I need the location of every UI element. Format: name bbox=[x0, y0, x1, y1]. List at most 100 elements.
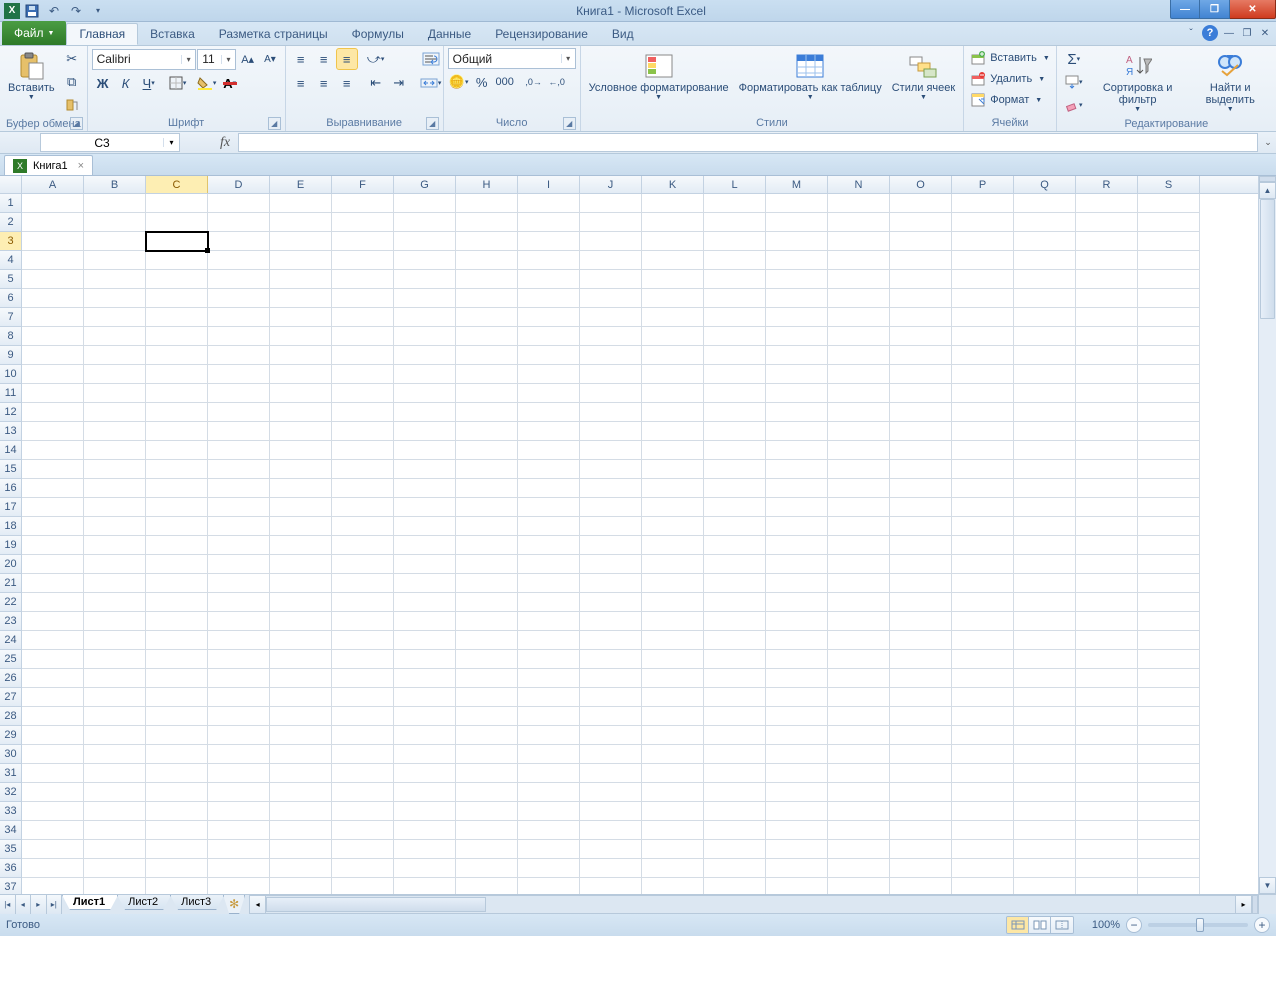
cell[interactable] bbox=[518, 726, 580, 745]
cell[interactable] bbox=[208, 327, 270, 346]
cell[interactable] bbox=[22, 745, 84, 764]
cell[interactable] bbox=[394, 365, 456, 384]
ribbon-tab-вид[interactable]: Вид bbox=[600, 23, 646, 45]
cell[interactable] bbox=[22, 251, 84, 270]
cell[interactable] bbox=[146, 384, 208, 403]
cell[interactable] bbox=[270, 289, 332, 308]
cell[interactable] bbox=[1014, 745, 1076, 764]
cell[interactable] bbox=[332, 441, 394, 460]
cell[interactable] bbox=[952, 859, 1014, 878]
row-header[interactable]: 27 bbox=[0, 688, 22, 707]
cell[interactable] bbox=[146, 365, 208, 384]
close-button[interactable]: ✕ bbox=[1230, 0, 1276, 19]
cell[interactable] bbox=[704, 498, 766, 517]
cell[interactable] bbox=[890, 346, 952, 365]
cell[interactable] bbox=[580, 365, 642, 384]
cell[interactable] bbox=[146, 764, 208, 783]
cell[interactable] bbox=[580, 232, 642, 251]
cell[interactable] bbox=[146, 802, 208, 821]
cell[interactable] bbox=[1014, 213, 1076, 232]
cell[interactable] bbox=[518, 327, 580, 346]
cell[interactable] bbox=[642, 327, 704, 346]
cell[interactable] bbox=[704, 536, 766, 555]
cell[interactable] bbox=[828, 460, 890, 479]
cell[interactable] bbox=[332, 194, 394, 213]
cell[interactable] bbox=[828, 745, 890, 764]
cell[interactable] bbox=[704, 460, 766, 479]
cell[interactable] bbox=[332, 840, 394, 859]
cell[interactable] bbox=[642, 859, 704, 878]
cell[interactable] bbox=[704, 574, 766, 593]
cell[interactable] bbox=[456, 346, 518, 365]
cell[interactable] bbox=[394, 194, 456, 213]
cell[interactable] bbox=[1014, 232, 1076, 251]
cell[interactable] bbox=[456, 213, 518, 232]
cell[interactable] bbox=[456, 650, 518, 669]
cell[interactable] bbox=[766, 840, 828, 859]
cell[interactable] bbox=[146, 555, 208, 574]
cell[interactable] bbox=[766, 707, 828, 726]
cell[interactable] bbox=[518, 821, 580, 840]
cell[interactable] bbox=[642, 783, 704, 802]
cell[interactable] bbox=[456, 232, 518, 251]
cell[interactable] bbox=[84, 612, 146, 631]
cell[interactable] bbox=[952, 441, 1014, 460]
cell[interactable] bbox=[84, 365, 146, 384]
scroll-down-icon[interactable]: ▼ bbox=[1259, 877, 1276, 894]
percent-format-icon[interactable]: % bbox=[471, 71, 493, 93]
cell[interactable] bbox=[208, 726, 270, 745]
cell[interactable] bbox=[332, 384, 394, 403]
cell[interactable] bbox=[1138, 593, 1200, 612]
cell[interactable] bbox=[518, 783, 580, 802]
cell[interactable] bbox=[1138, 365, 1200, 384]
cell[interactable] bbox=[890, 403, 952, 422]
cell[interactable] bbox=[332, 802, 394, 821]
cell[interactable] bbox=[146, 650, 208, 669]
cell[interactable] bbox=[766, 631, 828, 650]
cell[interactable] bbox=[22, 593, 84, 612]
scroll-left-icon[interactable]: ◂ bbox=[249, 895, 266, 914]
cell[interactable] bbox=[1138, 631, 1200, 650]
cell[interactable] bbox=[704, 479, 766, 498]
cell[interactable] bbox=[208, 555, 270, 574]
cell[interactable] bbox=[952, 251, 1014, 270]
cell[interactable] bbox=[828, 327, 890, 346]
cell[interactable] bbox=[580, 859, 642, 878]
cell[interactable] bbox=[828, 479, 890, 498]
cell[interactable] bbox=[146, 669, 208, 688]
cell[interactable] bbox=[146, 308, 208, 327]
cell[interactable] bbox=[580, 669, 642, 688]
cell[interactable] bbox=[146, 517, 208, 536]
cell[interactable] bbox=[270, 612, 332, 631]
cell[interactable] bbox=[84, 745, 146, 764]
cell[interactable] bbox=[456, 593, 518, 612]
cell[interactable] bbox=[766, 194, 828, 213]
cell[interactable] bbox=[518, 669, 580, 688]
cell[interactable] bbox=[84, 479, 146, 498]
cell[interactable] bbox=[1138, 688, 1200, 707]
cell[interactable] bbox=[1076, 840, 1138, 859]
cell[interactable] bbox=[1138, 479, 1200, 498]
row-header[interactable]: 1 bbox=[0, 194, 22, 213]
cell[interactable] bbox=[146, 536, 208, 555]
cell[interactable] bbox=[1076, 821, 1138, 840]
cell[interactable] bbox=[84, 422, 146, 441]
cell[interactable] bbox=[828, 194, 890, 213]
cell[interactable] bbox=[146, 460, 208, 479]
cell[interactable] bbox=[394, 878, 456, 894]
cell[interactable] bbox=[84, 574, 146, 593]
row-header[interactable]: 23 bbox=[0, 612, 22, 631]
cell[interactable] bbox=[22, 289, 84, 308]
cell[interactable] bbox=[394, 422, 456, 441]
cell[interactable] bbox=[332, 574, 394, 593]
cell[interactable] bbox=[890, 859, 952, 878]
cell[interactable] bbox=[952, 403, 1014, 422]
cell[interactable] bbox=[146, 479, 208, 498]
cell[interactable] bbox=[332, 878, 394, 894]
row-header[interactable]: 18 bbox=[0, 517, 22, 536]
column-header[interactable]: R bbox=[1076, 176, 1138, 193]
align-center-icon[interactable]: ≡ bbox=[313, 72, 335, 94]
cell[interactable] bbox=[394, 707, 456, 726]
cell[interactable] bbox=[580, 593, 642, 612]
cell[interactable] bbox=[704, 612, 766, 631]
